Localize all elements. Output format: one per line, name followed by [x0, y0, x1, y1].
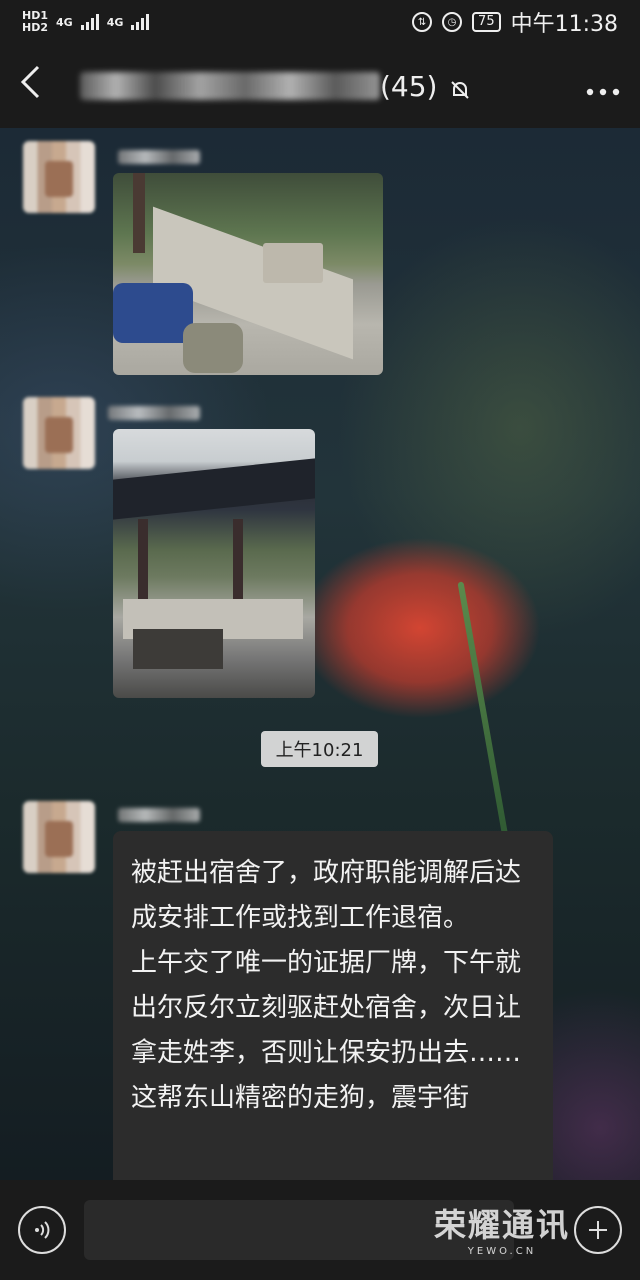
member-count: (45): [380, 69, 438, 103]
voice-icon: [35, 1221, 50, 1239]
chat-header: (45): [0, 44, 640, 128]
status-bar: HD1 HD2 4G 4G ⇅ ◷ 75 中午11:38: [0, 0, 640, 44]
avatar[interactable]: [23, 141, 95, 213]
more-dots-icon: [586, 88, 620, 95]
battery-indicator: 75: [472, 12, 501, 32]
sender-nickname: [118, 150, 200, 164]
more-actions-button[interactable]: [574, 1206, 622, 1254]
text-message-bubble[interactable]: 被赶出宿舍了，政府职能调解后达成安排工作或找到工作退宿。 上午交了唯一的证据厂牌…: [113, 831, 553, 1191]
clock: 中午11:38: [510, 12, 618, 37]
blurred-group-name: [80, 72, 380, 100]
avatar[interactable]: [23, 801, 95, 873]
image-message[interactable]: [113, 429, 315, 698]
hd2-label: HD2: [22, 21, 48, 34]
watermark: 荣耀通讯 YEWO.CN: [434, 1200, 570, 1257]
chevron-left-icon: [20, 65, 40, 99]
voice-button[interactable]: [18, 1206, 66, 1254]
image-message[interactable]: [113, 173, 383, 375]
back-button[interactable]: [20, 64, 60, 108]
watermark-title: 荣耀通讯: [433, 1206, 570, 1244]
message-paragraph: 被赶出宿舍了，政府职能调解后达成安排工作或找到工作退宿。: [131, 858, 522, 933]
bell-off-icon: [449, 75, 471, 99]
avatar[interactable]: [23, 397, 95, 469]
signal-icon: [80, 14, 99, 30]
message-paragraph: 上午交了唯一的证据厂牌，下午就出尔反尔立刻驱赶处宿舍，次日让拿走姓李，否则让保安…: [131, 948, 522, 1068]
network-type-2: 4G: [106, 15, 124, 29]
data-saver-icon: ⇅: [412, 12, 433, 32]
alarm-icon: ◷: [442, 12, 463, 32]
message-paragraph: 这帮东山精密的走狗，震宇街: [131, 1083, 470, 1113]
watermark-url: YEWO.CN: [467, 1246, 537, 1257]
time-divider: 上午10:21: [261, 731, 378, 767]
signal-icon-2: [131, 14, 150, 30]
hd-indicator: HD1 HD2: [22, 10, 48, 34]
sender-nickname: [108, 406, 200, 420]
chat-title[interactable]: (45): [80, 70, 471, 103]
more-button[interactable]: [586, 69, 620, 104]
network-type-1: 4G: [56, 15, 73, 29]
plus-icon: [589, 1221, 607, 1239]
sender-nickname: [118, 808, 200, 822]
